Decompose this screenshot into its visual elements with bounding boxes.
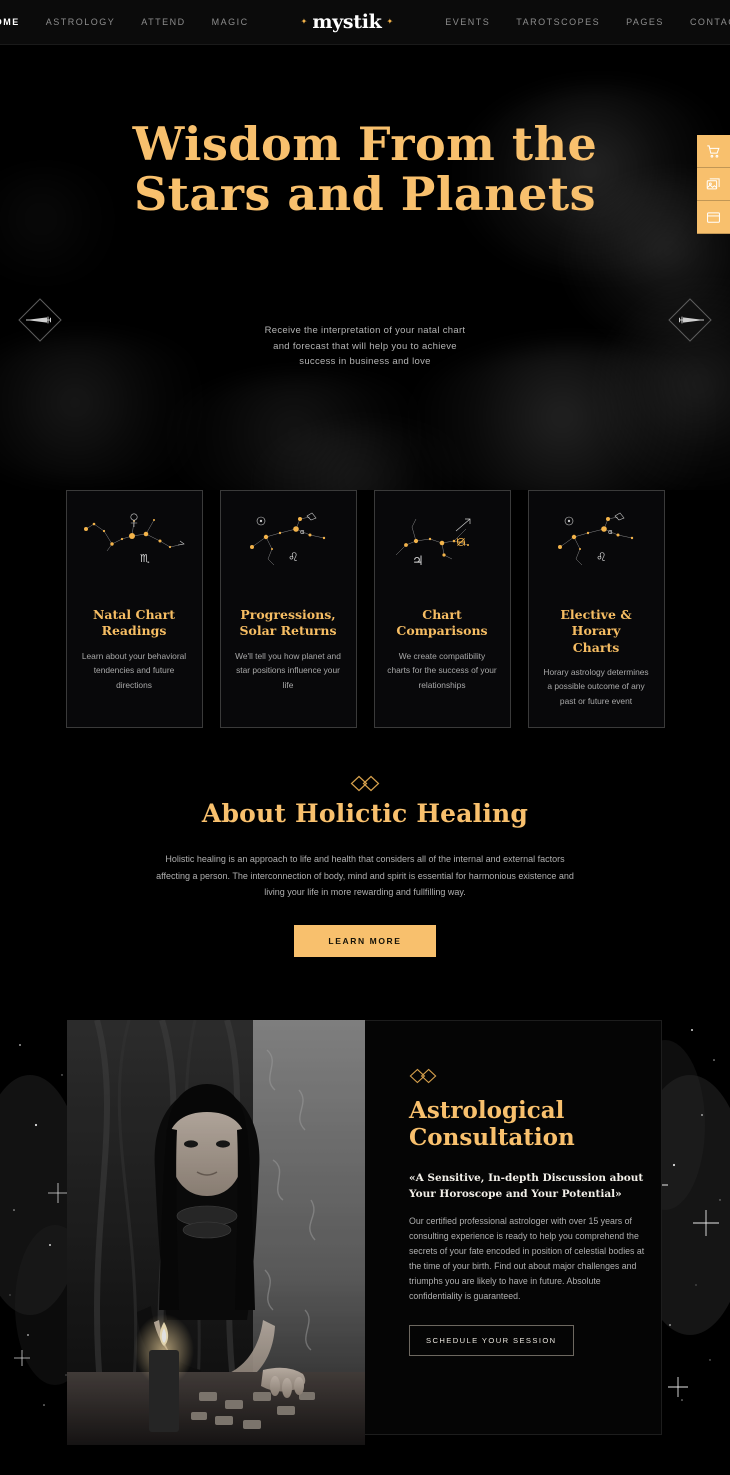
consultation-quote-line2: Your Horoscope and Your Potential»	[409, 1188, 622, 1200]
double-diamond-ornament-icon	[350, 775, 380, 792]
nav-item-astrology[interactable]: ASTROLOGY	[46, 17, 116, 27]
window-icon	[707, 211, 720, 223]
service-card-description: We create compatibility charts for the s…	[387, 650, 497, 690]
svg-text:α: α	[608, 528, 613, 536]
consultation-photo	[67, 1020, 365, 1445]
service-card[interactable]: ♌ α Progressions, Solar Returns We'll te…	[219, 490, 357, 728]
floating-action-buttons	[697, 135, 730, 234]
hero-title-line2: Stars and Planets	[133, 166, 597, 221]
service-card-description: Horary astrology determines a possible o…	[543, 666, 649, 707]
nav-item-magic[interactable]: MAGIC	[212, 17, 249, 27]
fortune-teller-photo	[67, 1020, 365, 1445]
hero-next-arrow-icon[interactable]	[667, 297, 713, 343]
consultation-content: Astrological Consultation «A Sensitive, …	[409, 1068, 649, 1356]
star-icon-left: ✦	[300, 17, 308, 26]
service-title-line2: Charts	[572, 639, 620, 655]
consultation-section: Astrological Consultation «A Sensitive, …	[0, 1005, 730, 1475]
service-card-title: Progressions, Solar Returns	[231, 607, 344, 640]
site-header: HOME ASTROLOGY ATTEND MAGIC ✦ mystik ✦ E…	[0, 0, 730, 45]
svg-text:♃: ♃	[412, 554, 424, 569]
service-card-description: We'll tell you how planet and star posit…	[235, 650, 341, 690]
primary-navigation: HOME ASTROLOGY ATTEND MAGIC ✦ mystik ✦ E…	[0, 11, 730, 33]
service-title-line1: Natal Chart	[93, 607, 175, 622]
service-card[interactable]: ♏ Natal Chart Readings Learn about your …	[65, 490, 203, 728]
nav-item-home[interactable]: HOME	[0, 17, 20, 27]
svg-text:♌: ♌	[596, 550, 607, 564]
service-title-line1: Progressions,	[240, 607, 336, 622]
star-icon-right: ✦	[386, 17, 394, 26]
hero-section: Wisdom From the Stars and Planets Receiv…	[0, 45, 730, 490]
consultation-paragraph: Our certified professional astrologer wi…	[409, 1215, 645, 1302]
service-title-line2: Solar Returns	[239, 623, 337, 639]
svg-text:α: α	[300, 528, 305, 536]
services-card-row: ♏ Natal Chart Readings Learn about your …	[0, 490, 730, 730]
service-card-title: Elective & Horary Charts	[529, 607, 664, 656]
hero-subtitle-line3: success in business and love	[299, 356, 431, 368]
nav-item-attend[interactable]: ATTEND	[141, 17, 185, 27]
gallery-icon	[706, 177, 720, 189]
service-card-title: Chart Comparisons	[388, 607, 495, 640]
service-card-description: Learn about your behavioral tendencies a…	[81, 650, 187, 690]
cloud-background	[0, 45, 730, 490]
hero-subtitle-line2: and forecast that will help you to achie…	[273, 340, 457, 352]
about-section: About Holictic Healing Holistic healing …	[0, 775, 730, 1005]
nav-item-events[interactable]: EVENTS	[445, 17, 490, 27]
hero-title: Wisdom From the Stars and Planets	[0, 117, 730, 221]
service-card-title: Natal Chart Readings	[85, 607, 183, 640]
scorpio-constellation-icon: ♏	[84, 513, 185, 565]
service-card[interactable]: ♌ α Elective & Horary Charts Horary astr…	[527, 490, 665, 728]
nav-item-pages[interactable]: PAGES	[626, 17, 664, 27]
service-title-line1: Elective & Horary	[560, 607, 632, 639]
gallery-button[interactable]	[697, 168, 730, 201]
cart-button[interactable]	[697, 135, 730, 168]
leo-constellation-icon: ♌ α	[558, 512, 634, 566]
about-paragraph: Holistic healing is an approach to life …	[156, 854, 574, 898]
consultation-title-line2: Consultation	[409, 1124, 575, 1152]
leo-constellation-icon: ♌ α	[250, 512, 326, 566]
schedule-session-button[interactable]: SCHEDULE YOUR SESSION	[409, 1324, 574, 1356]
hero-title-line1: Wisdom From the	[132, 117, 598, 171]
about-title: About Holictic Healing	[201, 799, 529, 828]
sagittarius-constellation-icon: ♃	[395, 518, 471, 569]
svg-text:♌: ♌	[288, 550, 299, 564]
page-root: HOME ASTROLOGY ATTEND MAGIC ✦ mystik ✦ E…	[0, 0, 730, 1475]
site-logo[interactable]: ✦ mystik ✦	[301, 11, 394, 33]
hero-subtitle: Receive the interpretation of your natal…	[0, 323, 730, 370]
consultation-title: Astrological Consultation	[409, 1097, 649, 1151]
consultation-title-line1: Astrological	[409, 1097, 565, 1124]
service-title-line2: Readings	[101, 623, 167, 639]
double-diamond-ornament-icon	[409, 1068, 437, 1084]
window-button[interactable]	[697, 201, 730, 234]
consultation-quote-line1: «A Sensitive, In-depth Discussion about	[409, 1172, 644, 1185]
nav-item-tarotscopes[interactable]: TAROTSCOPES	[516, 17, 600, 27]
hero-subtitle-line1: Receive the interpretation of your natal…	[264, 325, 466, 336]
consultation-quote: «A Sensitive, In-depth Discussion about …	[409, 1171, 649, 1203]
service-card[interactable]: ♃ Chart Comparisons We create compatibil…	[373, 490, 511, 728]
hero-prev-arrow-icon[interactable]	[17, 297, 63, 343]
logo-text: mystik	[312, 11, 382, 33]
learn-more-button[interactable]: LEARN MORE	[294, 924, 436, 957]
service-title-line1: Chart	[422, 607, 462, 622]
svg-text:♏: ♏	[140, 552, 150, 565]
service-title-line2: Comparisons	[396, 623, 488, 639]
nav-item-contact[interactable]: CONTACT	[690, 17, 730, 27]
shopping-cart-icon	[707, 144, 720, 158]
